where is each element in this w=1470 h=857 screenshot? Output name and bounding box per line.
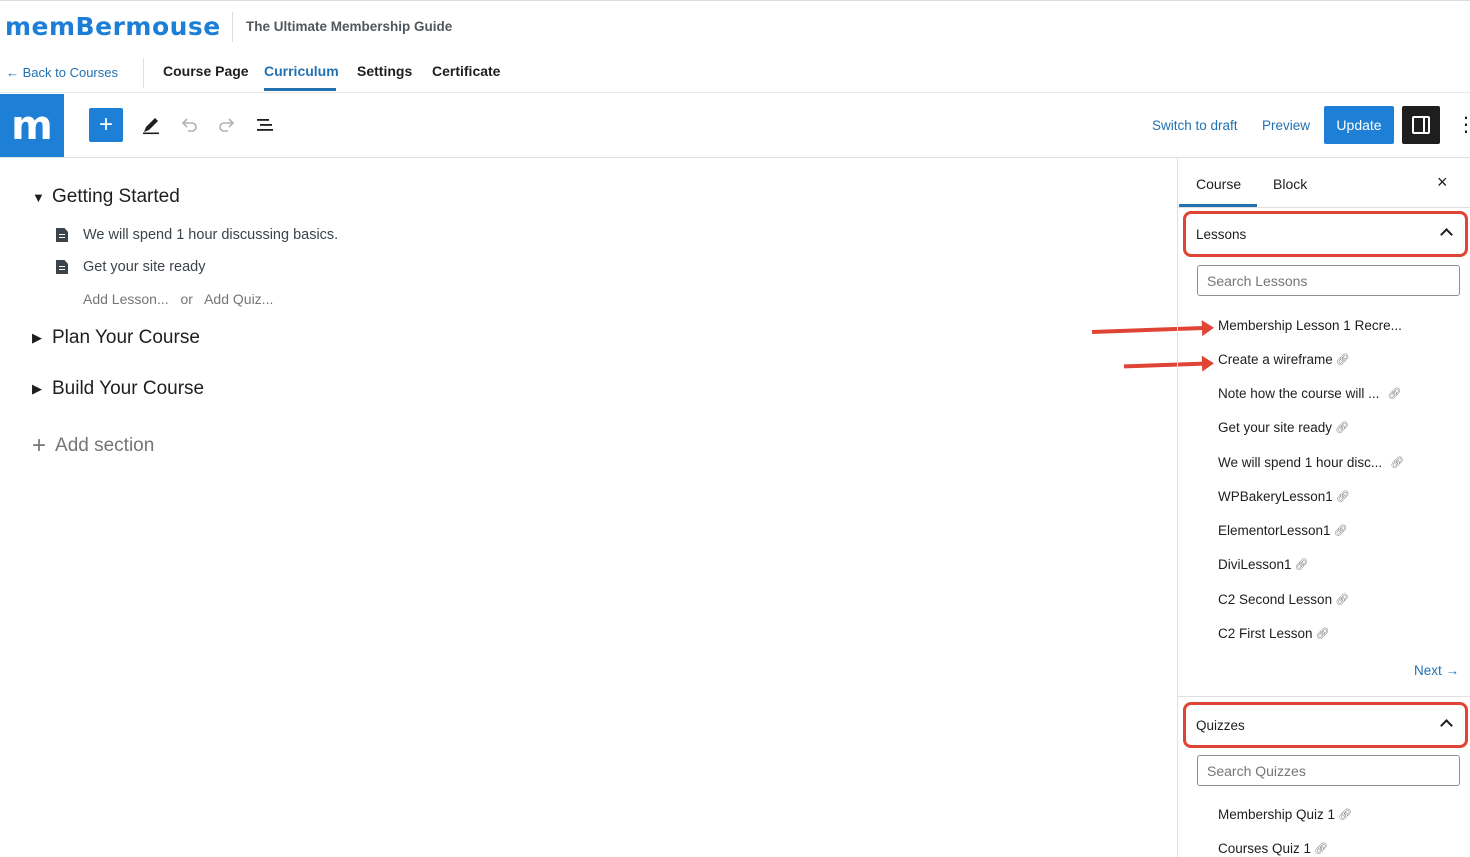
lesson-list-item[interactable]: C2 Second Lesson 🔗︎: [1218, 592, 1349, 607]
tab-certificate[interactable]: Certificate: [432, 63, 500, 79]
sidebar-tab-divider: [1178, 207, 1470, 208]
lesson-list-item[interactable]: Note how the course will ... 🔗︎: [1218, 386, 1401, 401]
add-content-row: Add Lesson... or Add Quiz...: [83, 291, 281, 307]
lesson-list-item[interactable]: Create a wireframe 🔗︎: [1218, 352, 1350, 367]
redo-icon[interactable]: [214, 112, 240, 138]
lesson-list-item-label: C2 First Lesson: [1218, 626, 1313, 641]
tab-course-page[interactable]: Course Page: [163, 63, 249, 79]
link-icon: 🔗︎: [1315, 628, 1330, 640]
preview-button[interactable]: Preview: [1262, 118, 1310, 133]
panel-title: Quizzes: [1196, 718, 1245, 733]
quiz-list-item-label: Membership Quiz 1: [1218, 807, 1336, 822]
or-text: or: [180, 291, 193, 307]
more-options-icon[interactable]: ⋮: [1456, 112, 1470, 137]
link-icon: 🔗︎: [1335, 354, 1350, 366]
lesson-list-item[interactable]: ElementorLesson1 🔗︎: [1218, 523, 1348, 538]
link-icon: 🔗︎: [1314, 843, 1329, 855]
switch-to-draft-button[interactable]: Switch to draft: [1152, 118, 1238, 133]
search-quizzes-input[interactable]: [1197, 755, 1460, 786]
settings-sidebar: Course Block × Lessons Membership Lesson…: [1177, 158, 1470, 857]
caret-down-icon: ▼: [32, 189, 45, 205]
link-icon: 🔗︎: [1333, 525, 1348, 537]
add-quiz-link[interactable]: Add Quiz...: [204, 291, 273, 307]
lesson-title: Get your site ready: [83, 259, 206, 275]
lesson-list-item[interactable]: We will spend 1 hour disc... 🔗︎: [1218, 455, 1404, 470]
section-getting-started[interactable]: ▼ Getting Started: [32, 186, 180, 208]
chevron-up-icon: [1440, 719, 1453, 732]
course-title: The Ultimate Membership Guide: [246, 19, 453, 34]
close-icon[interactable]: ×: [1437, 172, 1448, 193]
active-tab-indicator: [264, 88, 336, 91]
quiz-list-item-label: Courses Quiz 1: [1218, 841, 1312, 856]
sidebar-icon: [1412, 116, 1430, 134]
plus-icon: +: [32, 432, 47, 459]
plus-icon: +: [98, 111, 113, 138]
update-button[interactable]: Update: [1324, 106, 1394, 144]
nav-separator: [143, 58, 144, 88]
lesson-list-item-label: WPBakeryLesson1: [1218, 489, 1333, 504]
lesson-list-item-label: Note how the course will ...: [1218, 386, 1380, 401]
lesson-list-item-label: C2 Second Lesson: [1218, 592, 1333, 607]
logo-text: memBermouse: [5, 11, 221, 41]
tab-curriculum[interactable]: Curriculum: [264, 63, 339, 79]
section-title: Plan Your Course: [52, 327, 200, 348]
search-lessons-input[interactable]: [1197, 265, 1460, 296]
next-page-link[interactable]: Next →: [1414, 663, 1459, 678]
lesson-list-item[interactable]: WPBakeryLesson1 🔗︎: [1218, 489, 1350, 504]
caret-right-icon: ▶: [32, 330, 42, 345]
brand-logo[interactable]: memBermouse: [5, 8, 221, 44]
lesson-list-item-label: Membership Lesson 1 Recre...: [1218, 318, 1402, 333]
panel-title: Lessons: [1196, 227, 1247, 242]
link-icon: 🔗︎: [1390, 457, 1405, 469]
tab-settings[interactable]: Settings: [357, 63, 412, 79]
lesson-list-item-label: ElementorLesson1: [1218, 523, 1331, 538]
sidebar-tab-block[interactable]: Block: [1273, 176, 1307, 192]
link-icon: 🔗︎: [1335, 491, 1350, 503]
add-section-button[interactable]: + Add section: [32, 432, 154, 460]
back-to-courses-link[interactable]: ← Back to Courses: [6, 65, 118, 80]
lesson-list-item-label: We will spend 1 hour disc...: [1218, 455, 1383, 470]
nav-divider: [0, 92, 1470, 93]
link-icon: 🔗︎: [1335, 422, 1350, 434]
link-icon: 🔗︎: [1387, 388, 1402, 400]
panel-divider: [1178, 696, 1470, 697]
lessons-panel-header[interactable]: Lessons: [1183, 211, 1468, 257]
editor-logo-button[interactable]: m: [0, 94, 64, 158]
section-title: Build Your Course: [52, 378, 205, 399]
document-icon: [56, 228, 68, 242]
settings-sidebar-toggle[interactable]: [1402, 106, 1440, 144]
lesson-item[interactable]: Get your site ready: [56, 259, 206, 275]
quiz-list-item[interactable]: Courses Quiz 1 🔗︎: [1218, 841, 1328, 856]
editor-logo-letter: m: [11, 103, 53, 149]
link-icon: 🔗︎: [1294, 559, 1309, 571]
link-icon: 🔗︎: [1335, 594, 1350, 606]
top-border: [0, 0, 1470, 1]
lesson-list-item[interactable]: Membership Lesson 1 Recre...: [1218, 318, 1402, 333]
lesson-item[interactable]: We will spend 1 hour discussing basics.: [56, 227, 338, 243]
pencil-icon[interactable]: [138, 112, 164, 138]
add-lesson-link[interactable]: Add Lesson...: [83, 291, 169, 307]
lesson-list-item[interactable]: C2 First Lesson 🔗︎: [1218, 626, 1330, 641]
chevron-up-icon: [1440, 228, 1453, 241]
undo-icon[interactable]: [176, 112, 202, 138]
sidebar-tab-course[interactable]: Course: [1196, 176, 1241, 192]
section-title: Getting Started: [52, 186, 180, 207]
quiz-list-item[interactable]: Membership Quiz 1 🔗︎: [1218, 807, 1352, 822]
lesson-list-item[interactable]: Get your site ready 🔗︎: [1218, 420, 1349, 435]
caret-right-icon: ▶: [32, 381, 42, 396]
add-block-button[interactable]: +: [89, 108, 123, 142]
brand-separator: [232, 12, 233, 42]
lesson-title: We will spend 1 hour discussing basics.: [83, 227, 339, 243]
lesson-list-item-label: Create a wireframe: [1218, 352, 1333, 367]
section-plan-your-course[interactable]: ▶ Plan Your Course: [32, 327, 200, 349]
lesson-list-item-label: Get your site ready: [1218, 420, 1333, 435]
section-build-your-course[interactable]: ▶ Build Your Course: [32, 378, 204, 400]
list-view-icon[interactable]: [252, 112, 278, 138]
lesson-list-item-label: DiviLesson1: [1218, 557, 1292, 572]
link-icon: 🔗︎: [1338, 809, 1353, 821]
lesson-list-item[interactable]: DiviLesson1 🔗︎: [1218, 557, 1309, 572]
add-section-label: Add section: [55, 435, 155, 456]
document-icon: [56, 260, 68, 274]
quizzes-panel-header[interactable]: Quizzes: [1183, 702, 1468, 748]
